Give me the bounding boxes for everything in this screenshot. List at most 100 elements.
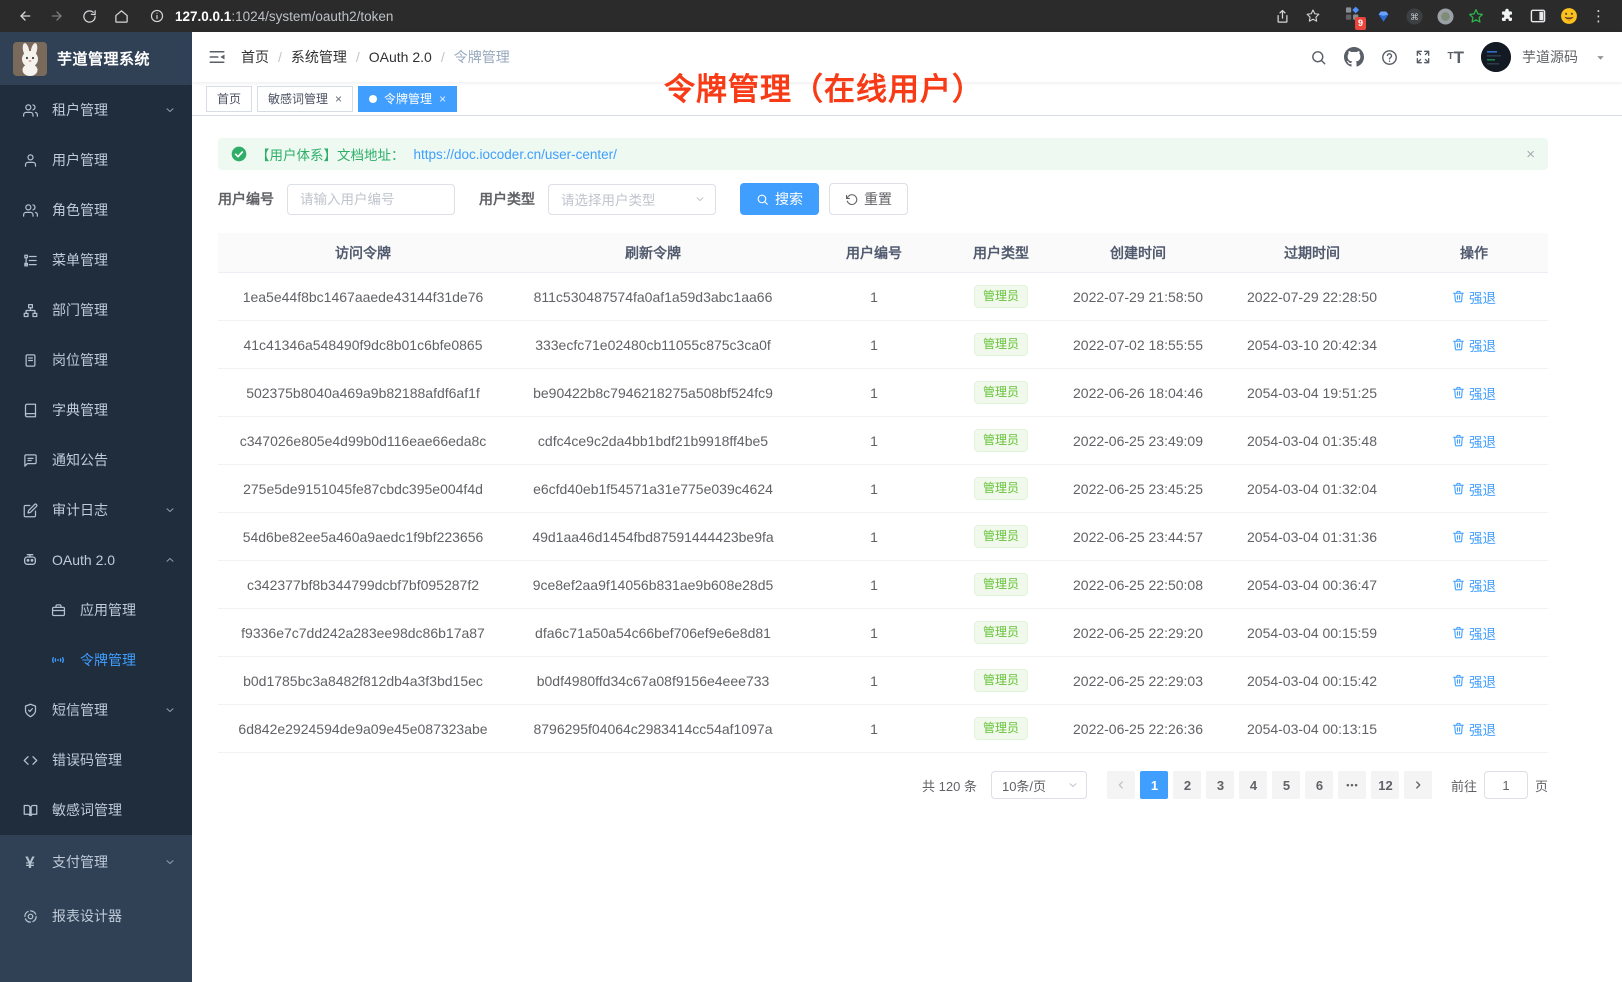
info-icon[interactable] [148,3,166,29]
prev-page-button[interactable] [1107,771,1135,799]
user-type-select[interactable]: 请选择用户类型 [548,184,716,215]
doc-link[interactable]: https://doc.iocoder.cn/user-center/ [414,147,617,162]
page-button-5[interactable]: 5 [1272,771,1300,799]
sidebar-item-oauth2-app[interactable]: 应用管理 [0,585,192,635]
tab-首页[interactable]: 首页 [206,86,252,112]
refresh-token-cell: 49d1aa46d1454fbd87591444423be9fa [508,529,798,545]
star-icon[interactable] [1300,3,1326,29]
user-id-input[interactable] [287,184,455,215]
force-logout-button[interactable]: 强退 [1452,527,1496,547]
sidebar-item-report[interactable]: 报表设计器 [0,889,192,943]
trash-icon [1452,386,1465,399]
breadcrumb-item[interactable]: 首页 [241,47,269,67]
green-star-icon[interactable] [1463,3,1489,29]
page-button-6[interactable]: 6 [1305,771,1333,799]
sidebar-item-label: 错误码管理 [52,750,122,770]
chevron-down-icon [164,104,176,116]
app-logo[interactable]: 芋道管理系统 [0,32,192,85]
force-logout-button[interactable]: 强退 [1452,575,1496,595]
close-icon[interactable]: × [335,92,342,106]
fullscreen-icon[interactable] [1415,49,1431,65]
browser-chrome: 127.0.0.1:1024/system/oauth2/token 9 ⌘ ⋮ [0,0,1622,32]
username[interactable]: 芋道源码 [1522,47,1578,67]
breadcrumb-item[interactable]: 系统管理 [291,47,347,67]
help-icon[interactable] [1381,49,1398,66]
force-logout-button[interactable]: 强退 [1452,719,1496,739]
force-logout-button[interactable]: 强退 [1452,335,1496,355]
sidebar-item-errcode[interactable]: 错误码管理 [0,735,192,785]
page-button-3[interactable]: 3 [1206,771,1234,799]
chevron-down-icon[interactable] [1595,52,1606,63]
force-logout-button[interactable]: 强退 [1452,623,1496,643]
sidebar-item-sensitive[interactable]: 敏感词管理 [0,785,192,835]
search-button[interactable]: 搜索 [740,183,819,215]
more-pages-button[interactable]: ••• [1338,771,1366,799]
next-page-button[interactable] [1404,771,1432,799]
reset-button[interactable]: 重置 [829,183,908,215]
close-icon[interactable]: × [439,92,446,106]
force-logout-label: 强退 [1469,719,1496,739]
reload-icon[interactable] [76,3,102,29]
github-icon[interactable] [1344,47,1364,67]
sidebar-item-dict[interactable]: 字典管理 [0,385,192,435]
page-size-select[interactable]: 10条/页 [991,771,1087,799]
tab-敏感词管理[interactable]: 敏感词管理× [257,86,353,112]
extension-badge: 9 [1355,17,1366,30]
sidebar-item-tenant[interactable]: 租户管理 [0,85,192,135]
tab-令牌管理[interactable]: 令牌管理× [358,86,457,112]
page-button-4[interactable]: 4 [1239,771,1267,799]
record-circle-icon[interactable] [1432,3,1458,29]
home-icon[interactable] [108,3,134,29]
close-icon[interactable]: × [1526,146,1535,163]
emoji-icon[interactable] [1556,3,1582,29]
puzzle-icon[interactable] [1494,3,1520,29]
user-type-cell: 管理员 [950,477,1052,499]
goto-page-input[interactable] [1484,771,1528,799]
force-logout-button[interactable]: 强退 [1452,431,1496,451]
sidebar-item-user[interactable]: 用户管理 [0,135,192,185]
forward-icon[interactable] [44,3,70,29]
page-button-1[interactable]: 1 [1140,771,1168,799]
roles-icon [21,203,39,218]
avatar[interactable] [1481,42,1511,72]
sidebar-item-notice[interactable]: 通知公告 [0,435,192,485]
user-id-cell: 1 [798,337,950,353]
expire-time-cell: 2054-03-04 01:31:36 [1224,529,1400,545]
sidebar-item-dept[interactable]: 部门管理 [0,285,192,335]
page-button-12[interactable]: 12 [1371,771,1399,799]
address-bar[interactable]: 127.0.0.1:1024/system/oauth2/token [148,3,1263,29]
fontsize-icon[interactable]: TT [1448,49,1465,66]
action-cell: 强退 [1400,719,1548,739]
force-logout-button[interactable]: 强退 [1452,479,1496,499]
back-icon[interactable] [12,3,38,29]
action-cell: 强退 [1400,479,1548,499]
search-icon[interactable] [1310,49,1327,66]
sidebar-item-post[interactable]: 岗位管理 [0,335,192,385]
breadcrumb-item[interactable]: OAuth 2.0 [369,49,432,65]
user-id-cell: 1 [798,433,950,449]
total-count: 共 120 条 [922,776,977,795]
extensions-grid-icon[interactable]: 9 [1339,3,1365,29]
sidebar-item-oauth2[interactable]: OAuth 2.0 [0,535,192,585]
gem-icon[interactable] [1370,3,1396,29]
sidebar-item-audit[interactable]: 审计日志 [0,485,192,535]
table-row: f9336e7c7dd242a283ee98dc86b17a87dfa6c71a… [218,609,1548,657]
force-logout-button[interactable]: 强退 [1452,287,1496,307]
sidebar-item-oauth2-token[interactable]: 令牌管理 [0,635,192,685]
page-button-2[interactable]: 2 [1173,771,1201,799]
browser-menu-icon[interactable]: ⋮ [1587,7,1610,25]
sidebar-item-sms[interactable]: 短信管理 [0,685,192,735]
sidebar-item-pay[interactable]: ¥支付管理 [0,835,192,889]
force-logout-button[interactable]: 强退 [1452,383,1496,403]
side-panel-icon[interactable] [1525,3,1551,29]
refresh-token-cell: 811c530487574fa0af1a59d3abc1aa66 [508,289,798,305]
force-logout-button[interactable]: 强退 [1452,671,1496,691]
refresh-token-cell: 333ecfc71e02480cb11055c875c3ca0f [508,337,798,353]
command-circle-icon[interactable]: ⌘ [1401,3,1427,29]
share-icon[interactable] [1269,3,1295,29]
hamburger-icon[interactable] [208,48,226,66]
trash-icon [1452,290,1465,303]
create-time-cell: 2022-07-29 21:58:50 [1052,289,1224,305]
sidebar-item-role[interactable]: 角色管理 [0,185,192,235]
sidebar-item-menu[interactable]: 菜单管理 [0,235,192,285]
